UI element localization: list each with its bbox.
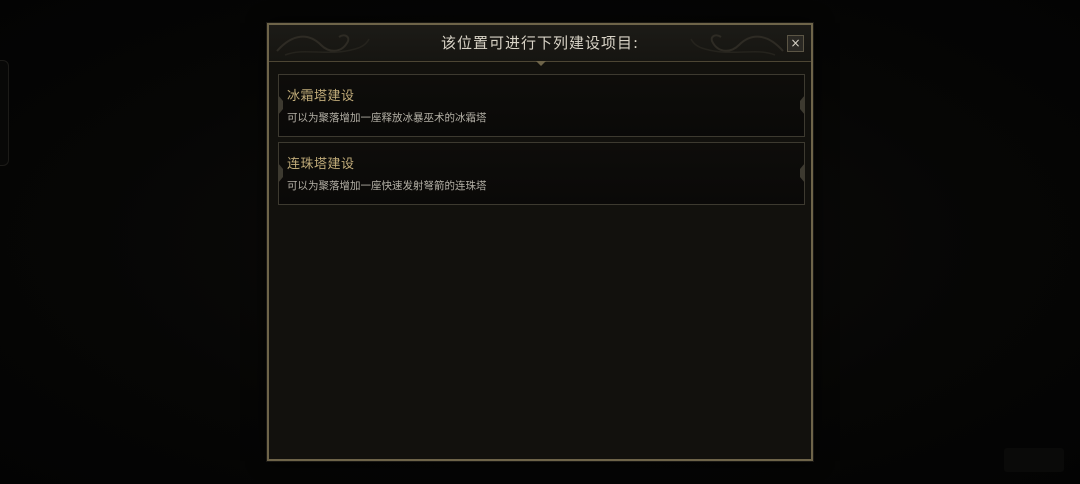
dialog-title: 该位置可进行下列建设项目: — [440, 34, 640, 52]
build-option-repeater-tower[interactable]: 连珠塔建设 可以为聚落增加一座快速发射弩箭的连珠塔 — [278, 142, 805, 205]
dialog-header: 该位置可进行下列建设项目: × — [269, 25, 811, 62]
option-description: 可以为聚落增加一座释放冰暴巫术的冰霜塔 — [287, 112, 487, 124]
option-side-tab-right-icon — [800, 95, 805, 115]
background-ghost-button — [1004, 448, 1064, 472]
option-description: 可以为聚落增加一座快速发射弩箭的连珠塔 — [287, 180, 487, 192]
option-title: 冰霜塔建设 — [287, 89, 355, 104]
option-side-tab-left-icon — [278, 163, 283, 183]
build-option-frost-tower[interactable]: 冰霜塔建设 可以为聚落增加一座释放冰暴巫术的冰霜塔 — [278, 74, 805, 137]
header-notch-icon — [536, 61, 546, 66]
option-side-tab-left-icon — [278, 95, 283, 115]
option-side-tab-right-icon — [800, 163, 805, 183]
background-side-panel-edge — [0, 60, 9, 166]
build-options-dialog: 该位置可进行下列建设项目: × 冰霜塔建设 可以为聚落增加一座释放冰暴巫术的冰霜… — [267, 23, 813, 461]
option-title: 连珠塔建设 — [287, 157, 355, 172]
close-button[interactable]: × — [787, 35, 804, 52]
